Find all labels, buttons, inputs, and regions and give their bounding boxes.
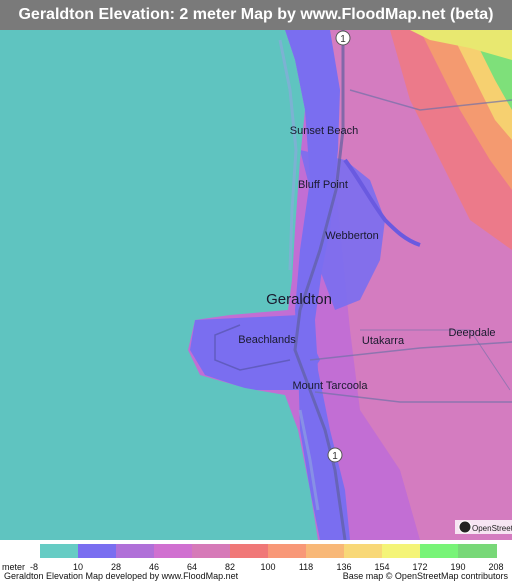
legend-swatch bbox=[154, 544, 193, 558]
label-beachlands: Beachlands bbox=[238, 334, 296, 346]
elevation-map[interactable]: 1 1 Sunset Beach Bluff Point Webberton G… bbox=[0, 30, 512, 540]
osm-badge[interactable]: OpenStreetMap bbox=[455, 520, 512, 534]
legend-swatch bbox=[458, 544, 497, 558]
elevation-legend: meter -8 10 28 46 64 82 100 118 136 154 172 190 208 … bbox=[0, 540, 512, 582]
label-deepdale: Deepdale bbox=[448, 327, 495, 339]
sea bbox=[0, 30, 318, 540]
legend-swatch bbox=[78, 544, 117, 558]
legend-swatch bbox=[230, 544, 269, 558]
legend-value: 100 bbox=[260, 562, 276, 572]
page-title: Geraldton Elevation: 2 meter Map by www.… bbox=[18, 6, 494, 23]
svg-text:1: 1 bbox=[340, 34, 346, 45]
route-marker-north: 1 bbox=[335, 30, 351, 46]
title-bar: Geraldton Elevation: 2 meter Map by www.… bbox=[0, 0, 512, 30]
legend-swatch bbox=[268, 544, 307, 558]
label-geraldton: Geraldton bbox=[266, 291, 332, 308]
label-sunset-beach: Sunset Beach bbox=[290, 125, 359, 137]
legend-swatch bbox=[116, 544, 155, 558]
legend-swatch bbox=[420, 544, 459, 558]
legend-swatch bbox=[306, 544, 345, 558]
credit-floodmap[interactable]: Geraldton Elevation Map developed by www… bbox=[4, 571, 238, 581]
svg-text:OpenStreetMap: OpenStreetMap bbox=[472, 524, 512, 533]
label-bluff-point: Bluff Point bbox=[298, 179, 348, 191]
label-mount-tarcoola: Mount Tarcoola bbox=[292, 380, 368, 392]
legend-swatch bbox=[382, 544, 421, 558]
map-canvas: 1 1 Sunset Beach Bluff Point Webberton G… bbox=[0, 30, 512, 540]
legend-swatch bbox=[192, 544, 231, 558]
credit-osm[interactable]: Base map © OpenStreetMap contributors bbox=[343, 571, 508, 581]
route-marker-south: 1 bbox=[327, 447, 343, 463]
svg-text:1: 1 bbox=[332, 451, 338, 462]
label-utakarra: Utakarra bbox=[362, 335, 405, 347]
legend-swatch bbox=[344, 544, 383, 558]
legend-swatch bbox=[40, 544, 79, 558]
label-webberton: Webberton bbox=[325, 230, 379, 242]
legend-value: 118 bbox=[298, 562, 314, 572]
